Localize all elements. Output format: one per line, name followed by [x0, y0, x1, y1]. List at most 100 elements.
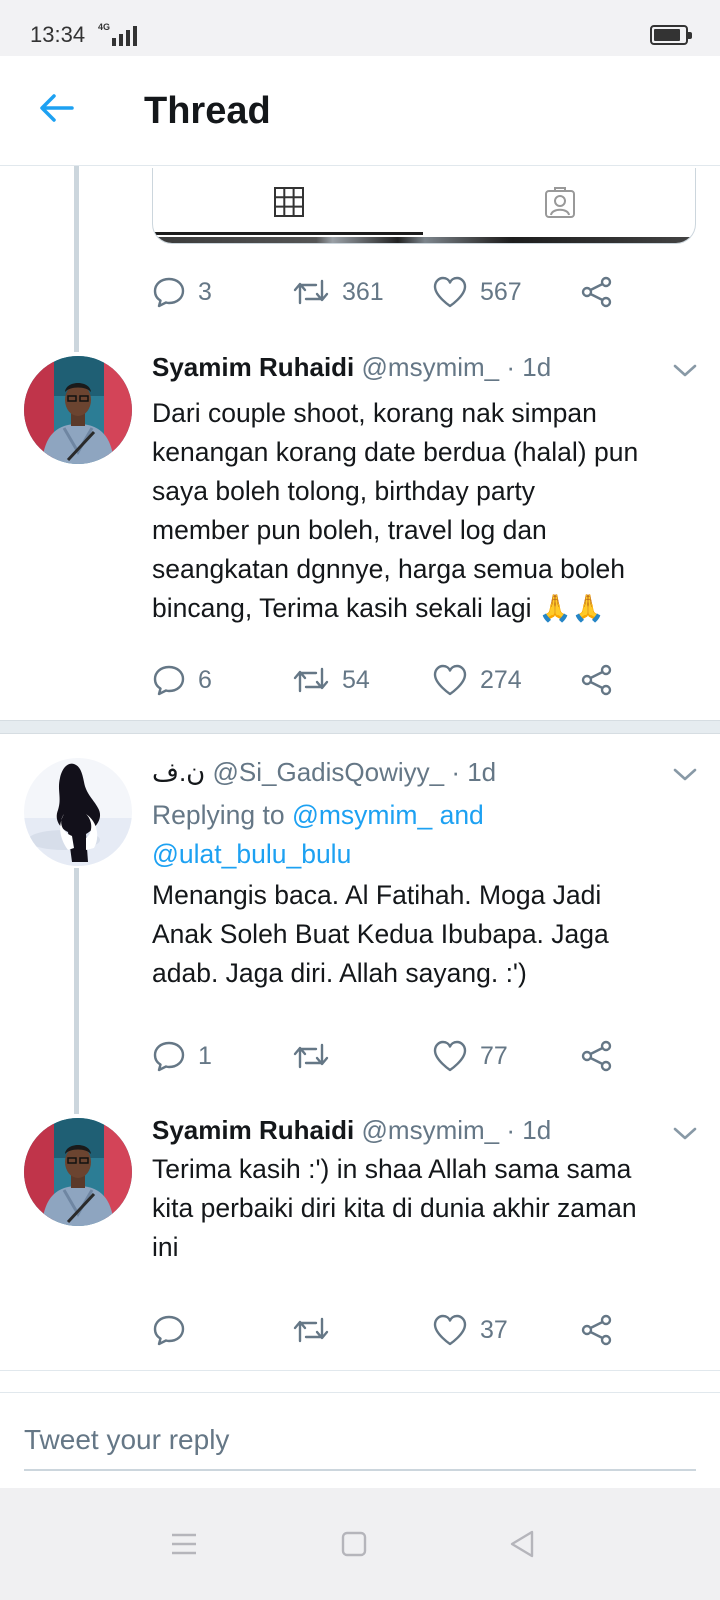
avatar[interactable] [24, 356, 132, 464]
active-tab-indicator [153, 232, 423, 235]
like-icon [433, 276, 467, 308]
signal-icon: 4G [98, 22, 142, 46]
menu-button[interactable] [164, 1526, 204, 1562]
tweet-line: bincang, Terima kasih sekali lagi 🙏🙏 [152, 593, 605, 623]
like-button[interactable]: 37 [432, 1310, 508, 1350]
reply-count: 1 [198, 1041, 212, 1070]
display-name[interactable]: Syamim Ruhaidi [152, 1115, 354, 1145]
tweet-line: kenangan korang date berdua (halal) pun [152, 437, 639, 467]
tweet-actions: 1 77 [152, 1036, 632, 1076]
tweet-line: member pun boleh, travel log dan [152, 515, 547, 545]
back-button[interactable] [34, 86, 78, 130]
back-triangle-icon [510, 1530, 534, 1558]
replying-to: Replying to @msymim_ and @ulat_bulu_bulu [152, 796, 700, 874]
tweet-line: ini [152, 1232, 179, 1262]
share-icon [581, 276, 612, 308]
like-icon [433, 1314, 467, 1346]
grid-icon [273, 187, 304, 217]
reply-button[interactable] [152, 1310, 198, 1350]
user-handle[interactable]: @msymim_ [362, 352, 500, 382]
retweet-count: 361 [342, 277, 384, 306]
retweet-button[interactable]: 361 [292, 272, 384, 312]
network-label: 4G [98, 22, 111, 32]
display-name[interactable]: ن.ف [152, 757, 205, 787]
tweet-line: kita perbaiki diri kita di dunia akhir z… [152, 1193, 637, 1223]
display-name[interactable]: Syamim Ruhaidi [152, 352, 354, 382]
tweet-menu-button[interactable] [672, 764, 698, 784]
chevron-down-icon [673, 768, 697, 781]
share-button[interactable] [580, 660, 614, 700]
chevron-down-icon [673, 1127, 697, 1140]
like-icon [433, 1040, 467, 1072]
reply-button[interactable]: 3 [152, 272, 212, 312]
like-count: 567 [480, 277, 522, 306]
portrait-icon [544, 187, 575, 218]
tab-grid[interactable] [153, 180, 424, 224]
status-time: 13:34 [30, 22, 86, 47]
share-icon [581, 664, 612, 696]
tweet-line: adab. Jaga diri. Allah sayang. :') [152, 958, 527, 988]
conversation-separator [0, 720, 720, 734]
app-header: Thread [0, 56, 720, 166]
tweet-header: Syamim Ruhaidi @msymim_ · 1d [152, 1115, 652, 1146]
reply-icon [153, 1041, 185, 1072]
battery-icon [650, 25, 692, 45]
tweet-header: Syamim Ruhaidi @msymim_ · 1d [152, 352, 652, 383]
retweet-icon [293, 1317, 329, 1343]
avatar[interactable] [24, 1118, 132, 1226]
mention-link[interactable]: @msymim_ [292, 800, 432, 830]
like-button[interactable]: 77 [432, 1036, 508, 1076]
like-count: 37 [480, 1315, 508, 1344]
divider [0, 1370, 720, 1371]
like-count: 77 [480, 1041, 508, 1070]
tweet-time: · 1d [506, 1115, 552, 1145]
retweet-button[interactable]: 54 [292, 660, 370, 700]
replying-prefix: Replying to [152, 800, 292, 830]
tweet-line: Anak Soleh Buat Kedua Ibubapa. Jaga [152, 919, 609, 949]
retweet-button[interactable] [292, 1310, 342, 1350]
retweet-icon [293, 1043, 329, 1069]
avatar[interactable] [24, 758, 132, 866]
menu-icon [172, 1533, 196, 1555]
mention-link[interactable]: @ulat_bulu_bulu [152, 839, 351, 869]
reply-button[interactable]: 6 [152, 660, 212, 700]
tweet-header: ن.ف @Si_GadisQowiyy_ · 1d [152, 757, 652, 788]
share-button[interactable] [580, 272, 614, 312]
tweet-text: Dari couple shoot, korang nak simpan ken… [152, 394, 700, 628]
reply-icon [153, 665, 185, 696]
user-handle[interactable]: @msymim_ [362, 1115, 500, 1145]
like-button[interactable]: 274 [432, 660, 522, 700]
status-bar: 13:34 4G [0, 0, 720, 56]
retweet-icon [293, 667, 329, 693]
system-nav-bar [0, 1488, 720, 1600]
tweet-line: Menangis baca. Al Fatihah. Moga Jadi [152, 880, 602, 910]
like-count: 274 [480, 665, 522, 694]
reply-count: 3 [198, 277, 212, 306]
tweet-line: Terima kasih :') in shaa Allah sama sama [152, 1154, 632, 1184]
share-button[interactable] [580, 1036, 614, 1076]
tweet-menu-button[interactable] [672, 1123, 698, 1143]
tweet-menu-button[interactable] [672, 360, 698, 380]
share-button[interactable] [580, 1310, 614, 1350]
reply-count: 6 [198, 665, 212, 694]
home-button[interactable] [334, 1526, 374, 1562]
tweet-actions: 3 361 567 [152, 272, 632, 312]
tab-tagged[interactable] [424, 180, 695, 224]
tweet-actions: 6 54 274 [152, 660, 632, 700]
back-nav-button[interactable] [502, 1526, 542, 1562]
share-icon [581, 1040, 612, 1072]
media-card[interactable] [152, 168, 696, 244]
reply-icon [153, 277, 185, 308]
user-handle[interactable]: @Si_GadisQowiyy_ [213, 757, 445, 787]
back-arrow-icon [40, 94, 74, 122]
reply-composer [0, 1392, 720, 1488]
reply-input[interactable] [24, 1411, 696, 1471]
thread-line [74, 868, 79, 1114]
tweet-line: saya boleh tolong, birthday party [152, 476, 536, 506]
replying-and[interactable]: and [432, 800, 484, 830]
home-square-icon [341, 1531, 367, 1557]
reply-button[interactable]: 1 [152, 1036, 212, 1076]
like-button[interactable]: 567 [432, 272, 522, 312]
like-icon [433, 664, 467, 696]
retweet-button[interactable] [292, 1036, 342, 1076]
